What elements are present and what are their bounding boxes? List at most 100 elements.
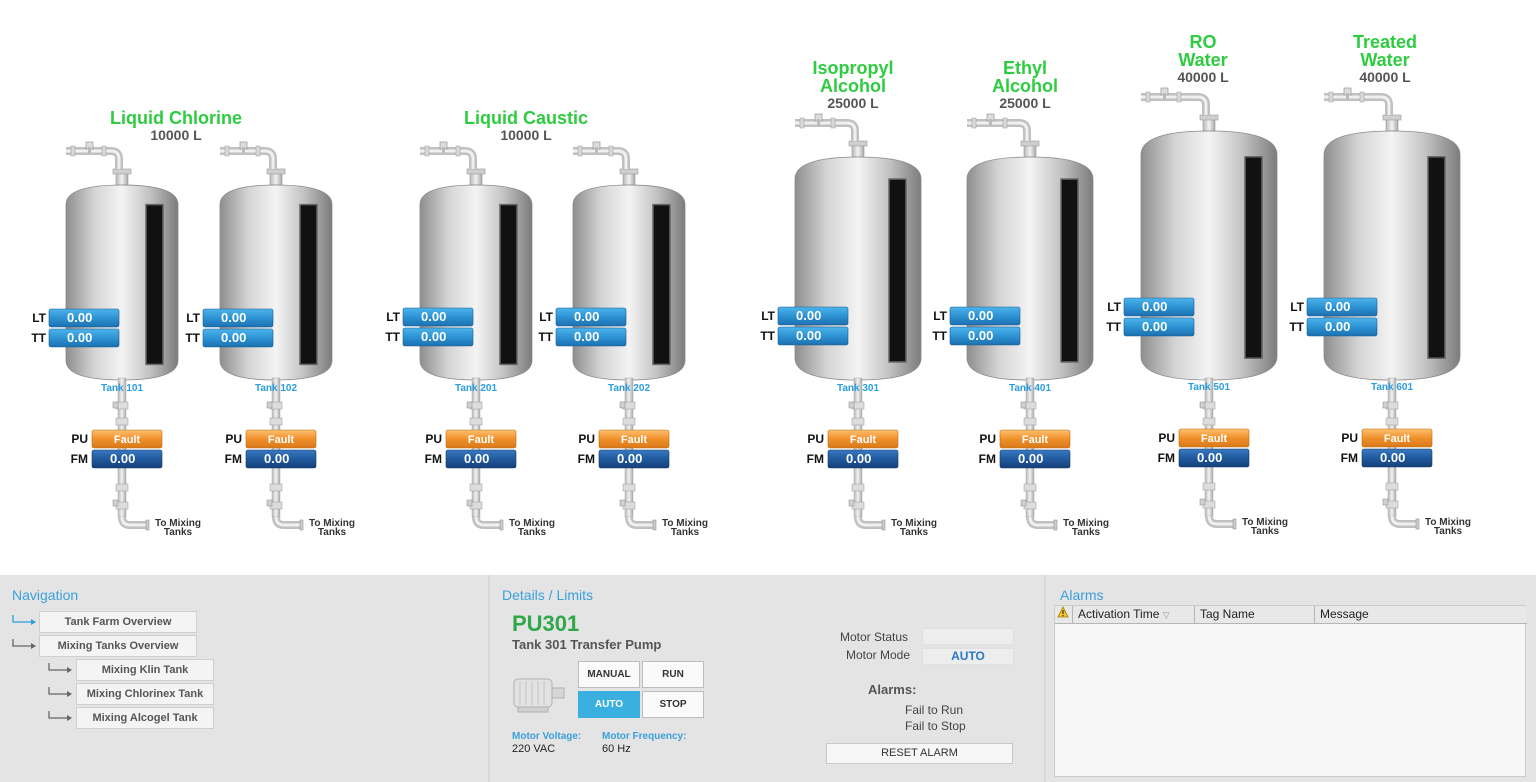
pump-status-value: Fault: [114, 434, 141, 446]
instrument-value: 0.00: [574, 309, 599, 324]
instrument-value: 0.00: [421, 309, 446, 324]
motor-frequency-value: 60 Hz: [602, 743, 631, 755]
nav-mixing-chlorinex-tank[interactable]: Mixing Chlorinex Tank: [76, 683, 214, 705]
warning-icon: [1057, 606, 1069, 618]
manual-button[interactable]: MANUAL: [578, 661, 640, 688]
nav-mixing-tanks-overview[interactable]: Mixing Tanks Overview: [39, 635, 197, 657]
pump-status-value: Fault: [268, 434, 295, 446]
alarm-table[interactable]: Activation Time ▽ Tag Name Message: [1054, 605, 1527, 777]
level-gauge: [1427, 156, 1446, 359]
tank-id-label: Tank 401: [1009, 383, 1051, 394]
instrument-value: 0.00: [1142, 299, 1167, 314]
tank[interactable]: Tank 202 LT 0.00 TT 0.00 PU Fault FM 0.00 To Mixi…: [538, 141, 708, 538]
instrument-label: LT: [186, 311, 200, 325]
pump-status-value: Fault: [1022, 434, 1049, 446]
activation-time-header-label: Activation Time: [1078, 607, 1160, 621]
pump-status-value: Fault: [1384, 433, 1411, 445]
tank-group-title: Isopropyl Alcohol: [812, 58, 893, 96]
instrument-label: TT: [31, 331, 46, 345]
tank-id-label: Tank 301: [837, 383, 879, 394]
flowmeter-value: 0.00: [846, 451, 871, 466]
flowmeter-value: 0.00: [264, 451, 289, 466]
sort-descending-icon: ▽: [1162, 610, 1170, 620]
pump-status-value: Fault: [621, 434, 648, 446]
instrument-label: TT: [760, 329, 775, 343]
navigation-title: Navigation: [12, 587, 79, 603]
tree-arrow-icon: [48, 711, 72, 721]
tank[interactable]: Tank 102 LT 0.00 TT 0.00 PU Fault FM 0.00 To Mixi…: [185, 141, 355, 538]
alarms-label: Alarms:: [868, 682, 917, 697]
instrument-value: 0.00: [221, 330, 246, 345]
level-gauge: [1244, 156, 1263, 359]
level-gauge: [499, 203, 518, 366]
destination-label: To Mixing Tanks: [155, 518, 201, 538]
instrument-label: TT: [538, 330, 553, 344]
instrument-label: TT: [385, 330, 400, 344]
tank-group-title: Liquid Chlorine: [110, 108, 242, 128]
instrument-value: 0.00: [1142, 319, 1167, 334]
instrument-label: LT: [933, 309, 947, 323]
instrument-value: 0.00: [221, 310, 246, 325]
message-header[interactable]: Message: [1315, 606, 1527, 624]
nav-mixing-alcogel-tank[interactable]: Mixing Alcogel Tank: [76, 707, 214, 729]
nav-tank-farm-overview[interactable]: Tank Farm Overview: [39, 611, 197, 633]
pump-label: PU: [807, 432, 824, 446]
stop-button[interactable]: STOP: [642, 691, 704, 718]
flowmeter-label: FM: [807, 452, 824, 466]
tank[interactable]: Tank 201 LT 0.00 TT 0.00 PU Fault FM 0.00 To Mixi…: [385, 141, 555, 538]
motor-mode-value: AUTO: [922, 648, 1014, 665]
tank-group-capacity: 10000 L: [500, 127, 552, 143]
run-button[interactable]: RUN: [642, 661, 704, 688]
instrument-label: LT: [32, 311, 46, 325]
reset-alarm-button[interactable]: RESET ALARM: [826, 743, 1013, 764]
nav-mixing-klin-tank[interactable]: Mixing Klin Tank: [76, 659, 214, 681]
flowmeter-label: FM: [425, 452, 442, 466]
tree-arrow-icon: [12, 615, 36, 625]
instrument-value: 0.00: [67, 330, 92, 345]
tree-arrow-icon: [12, 639, 36, 649]
tank-id-label: Tank 601: [1371, 382, 1413, 393]
instrument-label: LT: [386, 310, 400, 324]
pump-label: PU: [425, 432, 442, 446]
tank[interactable]: Tank 301 LT 0.00 TT 0.00 PU Fault FM 0.00 To Mixi…: [760, 113, 937, 538]
activation-time-header[interactable]: Activation Time ▽: [1073, 606, 1195, 624]
instrument-value: 0.00: [574, 329, 599, 344]
motor-icon: [513, 678, 565, 713]
auto-button[interactable]: AUTO: [578, 691, 640, 718]
instrument-label: LT: [539, 310, 553, 324]
level-gauge: [888, 178, 907, 363]
destination-label: To Mixing Tanks: [891, 518, 937, 538]
alarms-panel: Alarms Activation Time ▽ Tag Name Messag…: [1046, 575, 1536, 782]
tank-id-label: Tank 501: [1188, 382, 1230, 393]
tank-id-label: Tank 202: [608, 383, 650, 394]
destination-label: To Mixing Tanks: [309, 518, 355, 538]
flowmeter-value: 0.00: [464, 451, 489, 466]
tank-group-title: Treated Water: [1353, 32, 1417, 70]
tree-arrow-icon: [48, 687, 72, 697]
tank[interactable]: Tank 601 LT 0.00 TT 0.00 PU Fault FM 0.00 To Mixi…: [1289, 87, 1471, 537]
motor-voltage-label: Motor Voltage:: [512, 731, 582, 742]
motor-mode-label: Motor Mode: [846, 648, 911, 662]
tank[interactable]: Tank 501 LT 0.00 TT 0.00 PU Fault FM 0.00 To Mixi…: [1106, 87, 1288, 537]
tag-name-header[interactable]: Tag Name: [1195, 606, 1315, 624]
pump-label: PU: [1158, 431, 1175, 445]
flowmeter-label: FM: [1341, 451, 1358, 465]
tank-group-title: Liquid Caustic: [464, 108, 588, 128]
level-gauge: [1060, 178, 1079, 363]
flowmeter-label: FM: [71, 452, 88, 466]
flowmeter-value: 0.00: [110, 451, 135, 466]
instrument-value: 0.00: [67, 310, 92, 325]
pump-label: PU: [979, 432, 996, 446]
alarm-priority-header[interactable]: [1055, 606, 1073, 624]
tank-group-capacity: 25000 L: [827, 95, 879, 111]
tank-id-label: Tank 102: [255, 383, 297, 394]
flowmeter-value: 0.00: [1018, 451, 1043, 466]
motor-status-value: [922, 628, 1014, 645]
tank[interactable]: Tank 101 LT 0.00 TT 0.00 PU Fault FM 0.00 To Mixi…: [31, 141, 201, 538]
motor-status-label: Motor Status: [840, 630, 909, 644]
instrument-label: LT: [1290, 300, 1304, 314]
pump-label: PU: [225, 432, 242, 446]
navigation-panel: Navigation Tank Farm Overview Mixing Tan…: [0, 575, 488, 782]
instrument-value: 0.00: [796, 328, 821, 343]
tank[interactable]: Tank 401 LT 0.00 TT 0.00 PU Fault FM 0.00 To Mixi…: [932, 113, 1109, 538]
